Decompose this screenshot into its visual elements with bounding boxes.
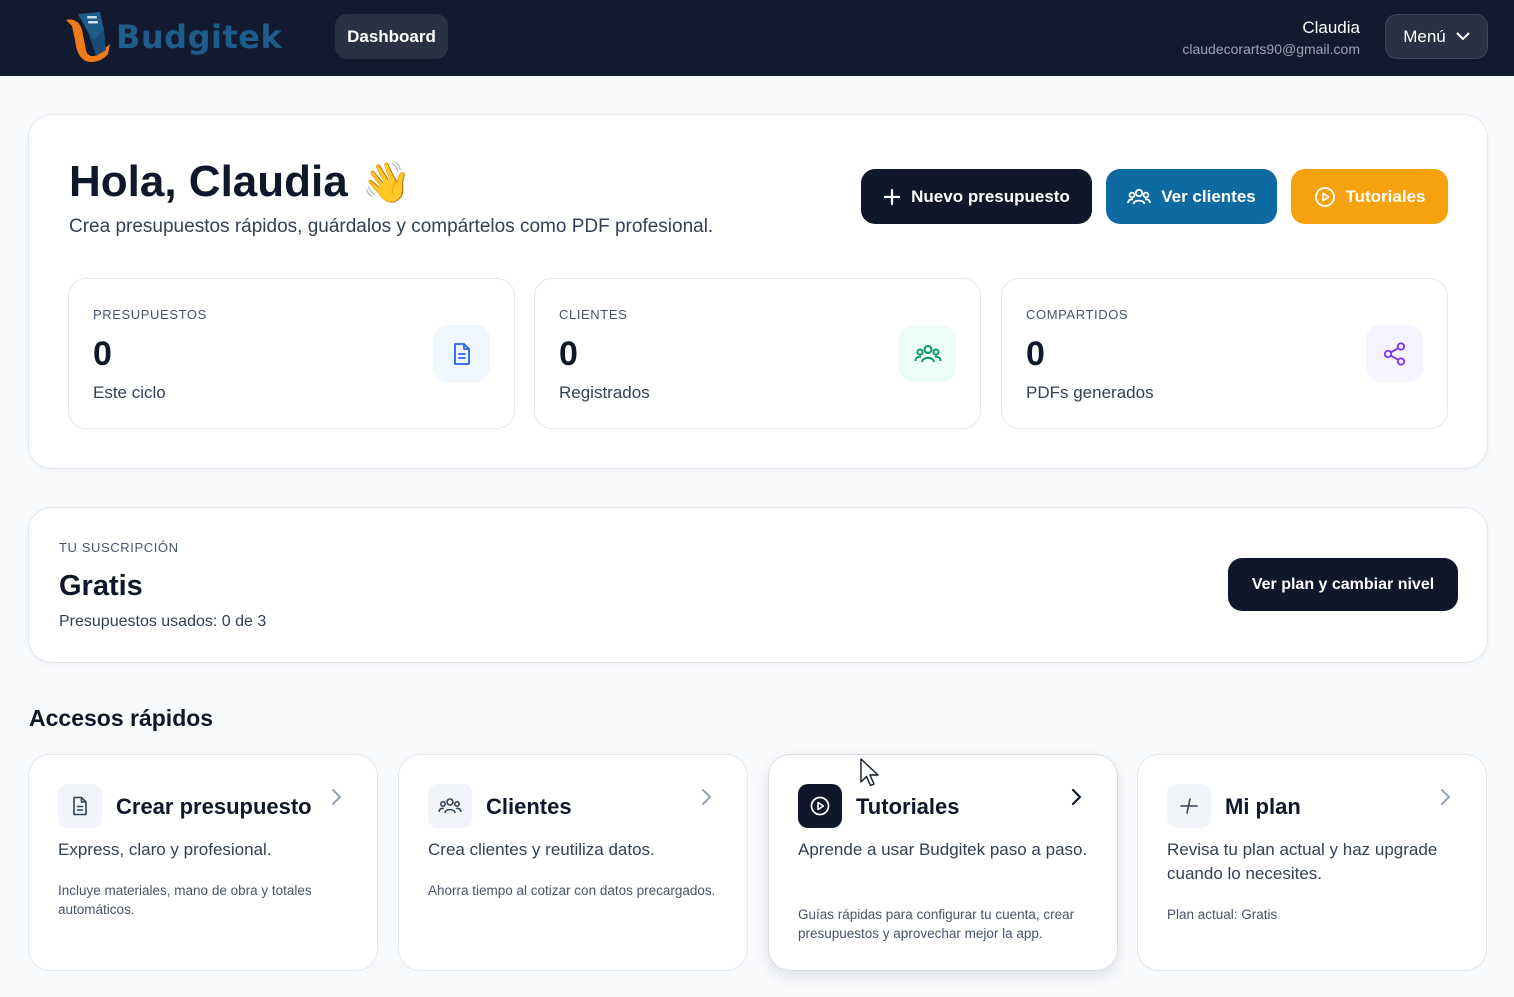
new-budget-button[interactable]: Nuevo presupuesto [861, 169, 1092, 224]
users-icon [1127, 188, 1152, 204]
menu-button[interactable]: Menú [1385, 14, 1488, 59]
stat-value: 0 [559, 335, 578, 373]
stat-value: 0 [93, 335, 112, 373]
stat-card-shared: COMPARTIDOS 0 PDFs generados [1001, 278, 1448, 429]
subscription-card: TU SUSCRIPCIÓN Gratis Presupuestos usado… [28, 507, 1488, 663]
change-plan-button[interactable]: Ver plan y cambiar nivel [1228, 558, 1458, 611]
quick-access-name: Tutoriales [856, 794, 960, 819]
user-info: Claudia claudecorarts90@gmail.com [1182, 17, 1360, 59]
stat-sub: PDFs generados [1026, 383, 1154, 402]
stat-card-clients: CLIENTES 0 Registrados [534, 278, 981, 429]
play-circle-icon [1314, 186, 1335, 207]
chevron-down-icon [1456, 32, 1470, 40]
share-icon [1366, 325, 1423, 382]
quick-access-my-plan[interactable]: Mi plan Revisa tu plan actual y haz upgr… [1137, 754, 1487, 971]
tutorials-label: Tutoriales [1345, 186, 1426, 206]
quick-access-name: Clientes [486, 794, 572, 819]
quick-access-name: Crear presupuesto [116, 794, 312, 819]
user-email: claudecorarts90@gmail.com [1182, 41, 1360, 57]
tutorials-button[interactable]: Tutoriales [1291, 169, 1448, 224]
subscription-label: TU SUSCRIPCIÓN [59, 540, 179, 555]
subscription-plan: Gratis [59, 570, 143, 602]
welcome-subtitle: Crea presupuestos rápidos, guárdalos y c… [69, 216, 714, 237]
quick-access-note: Incluye materiales, mano de obra y total… [58, 883, 312, 917]
users-icon [899, 325, 956, 382]
brand-logo[interactable]: Budgitek [60, 10, 282, 64]
welcome-card: Hola, Claudia 👋 Crea presupuestos rápido… [28, 114, 1488, 469]
chevron-right-icon [1071, 788, 1082, 806]
quick-access-title: Accesos rápidos [29, 705, 214, 731]
quick-access-desc: Revisa tu plan actual y haz upgrade cuan… [1167, 840, 1438, 883]
stat-label: CLIENTES [559, 307, 628, 322]
users-icon [428, 784, 472, 828]
play-circle-icon [798, 784, 842, 828]
page-title: Hola, Claudia 👋 [69, 157, 412, 207]
document-icon [433, 325, 490, 382]
stat-label: PRESUPUESTOS [93, 307, 207, 322]
quick-access-note: Guías rápidas para configurar tu cuenta,… [798, 907, 1075, 941]
chevron-right-icon [332, 789, 341, 805]
stat-sub: Este ciclo [93, 383, 166, 402]
brand-name: Budgitek [116, 18, 283, 56]
mouse-cursor-icon [860, 758, 879, 787]
quick-access-name: Mi plan [1225, 794, 1301, 819]
wave-emoji: 👋 [361, 160, 412, 205]
budgitek-logo-icon [66, 12, 110, 62]
quick-access-desc: Express, claro y profesional. [58, 840, 272, 859]
quick-access-desc: Aprende a usar Budgitek paso a paso. [798, 840, 1088, 859]
stat-sub: Registrados [559, 383, 650, 402]
nav-dashboard[interactable]: Dashboard [335, 14, 448, 59]
stat-value: 0 [1026, 335, 1045, 373]
view-clients-button[interactable]: Ver clientes [1106, 169, 1277, 224]
quick-access-tutorials[interactable]: Tutoriales Aprende a usar Budgitek paso … [768, 754, 1118, 971]
plan-icon [1167, 784, 1211, 828]
quick-access-note: Ahorra tiempo al cotizar con datos preca… [428, 883, 716, 898]
quick-access-clients[interactable]: Clientes Crea clientes y reutiliza datos… [398, 754, 748, 971]
quick-access-note: Plan actual: Gratis [1167, 907, 1278, 922]
stat-label: COMPARTIDOS [1026, 307, 1129, 322]
greeting-text: Hola, Claudia [69, 157, 348, 206]
document-icon [58, 784, 102, 828]
stat-card-budgets: PRESUPUESTOS 0 Este ciclo [68, 278, 515, 429]
new-budget-label: Nuevo presupuesto [911, 186, 1070, 206]
chevron-right-icon [702, 789, 711, 805]
view-clients-label: Ver clientes [1161, 186, 1256, 206]
quick-access-create-budget[interactable]: Crear presupuesto Express, claro y profe… [28, 754, 378, 971]
menu-label: Menú [1403, 26, 1446, 46]
plus-icon [884, 188, 901, 205]
top-navbar: Budgitek Dashboard Claudia claudecorarts… [0, 0, 1514, 76]
user-name: Claudia [1302, 18, 1360, 37]
subscription-usage: Presupuestos usados: 0 de 3 [59, 613, 267, 630]
chevron-right-icon [1441, 789, 1450, 805]
quick-access-desc: Crea clientes y reutiliza datos. [428, 840, 655, 859]
